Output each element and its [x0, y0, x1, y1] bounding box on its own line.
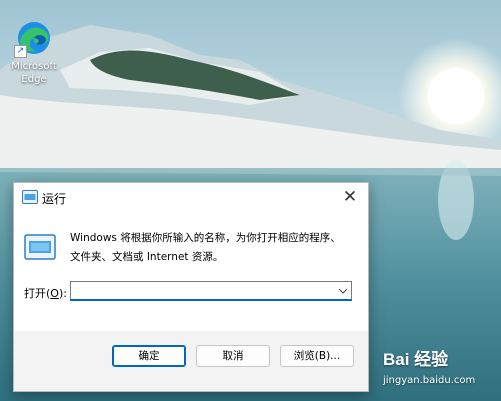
watermark-logo: Bai 经验 [383, 350, 449, 369]
browse-button[interactable]: 浏览(B)... [280, 345, 354, 367]
dialog-body: Windows 将根据你所输入的名称，为你打开相应的程序、 文件夹、文档或 In… [14, 213, 368, 331]
run-window-icon [22, 190, 38, 204]
run-dialog: 运行 ✕ Windows 将根据你所输入的名称，为你打开相应的程序、 文件夹、文… [13, 182, 369, 392]
shortcut-arrow-icon: ↗ [14, 45, 27, 58]
dialog-footer: 确定 取消 浏览(B)... [14, 331, 368, 391]
run-program-icon [24, 234, 56, 260]
dialog-title: 运行 [42, 192, 67, 206]
open-label-accesskey: O [50, 287, 59, 300]
watermark-url: jingyan.baidu.com [383, 375, 476, 386]
close-button[interactable]: ✕ [332, 183, 368, 213]
dialog-description: Windows 将根据你所输入的名称，为你打开相应的程序、 文件夹、文档或 In… [70, 229, 360, 267]
ok-button[interactable]: 确定 [112, 345, 186, 367]
baidu-jingyan-watermark: Bai 经验 jingyan.baidu.com [383, 345, 495, 395]
open-label-prefix: 打开( [24, 287, 51, 300]
edge-label-line1: Microsoft [11, 61, 57, 72]
edge-icon: ↗ [14, 20, 52, 58]
cancel-button[interactable]: 取消 [196, 345, 270, 367]
description-line2: 文件夹、文档或 Internet 资源。 [70, 251, 224, 263]
edge-label-line2: Edge [21, 74, 47, 85]
desktop-icon-edge[interactable]: ↗ Microsoft Edge [4, 20, 64, 86]
open-input[interactable] [75, 285, 325, 298]
title-bar[interactable]: 运行 ✕ [14, 183, 368, 213]
open-label-suffix: ): [58, 287, 67, 300]
chevron-down-icon[interactable] [338, 286, 348, 296]
description-line1: Windows 将根据你所输入的名称，为你打开相应的程序、 [70, 232, 341, 244]
open-combobox[interactable] [70, 281, 352, 301]
open-label: 打开(O): [24, 285, 67, 301]
